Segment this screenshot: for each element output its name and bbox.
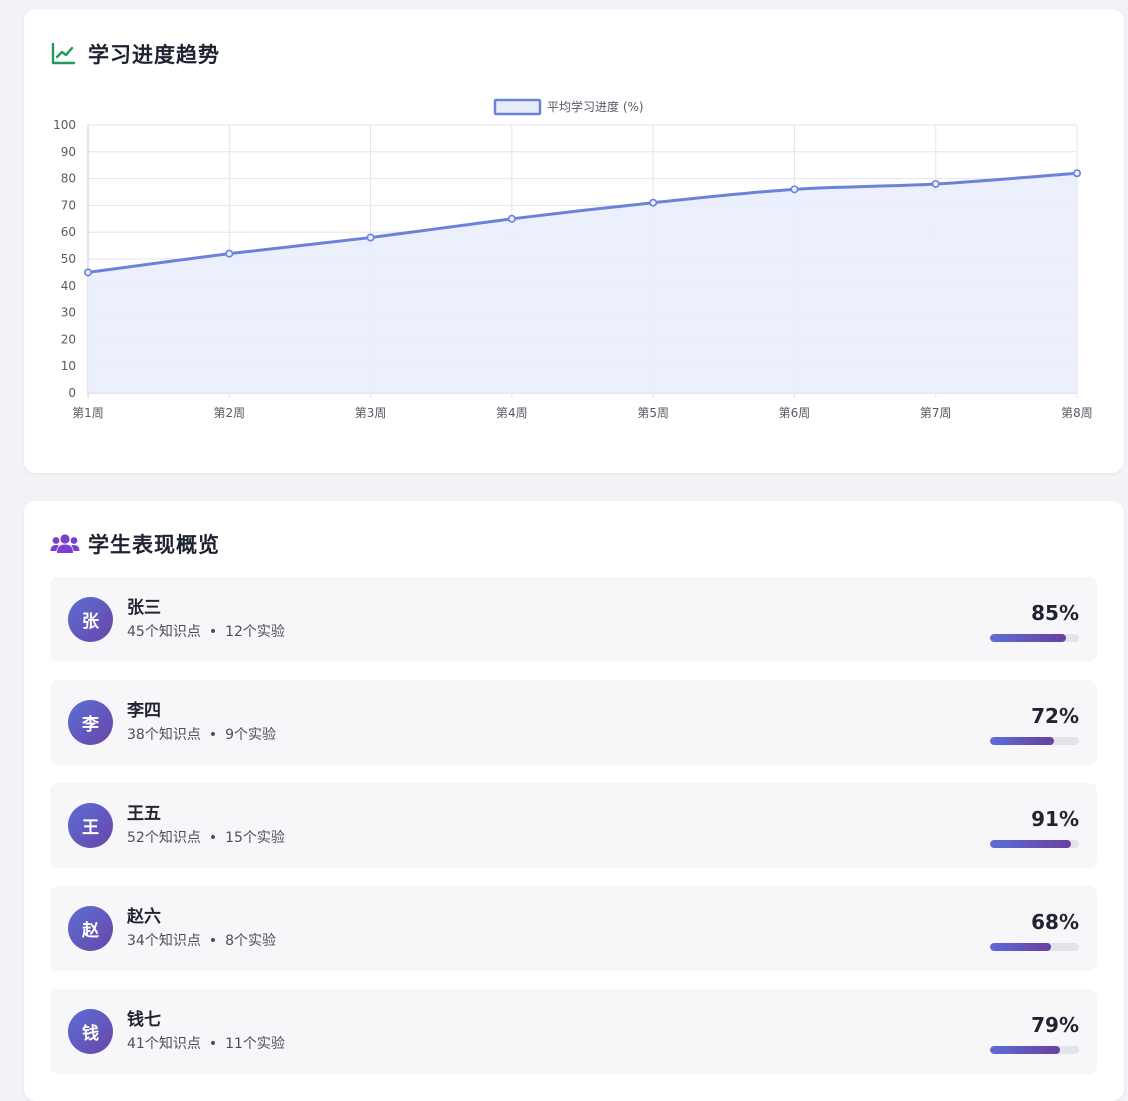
student-meta: 34个知识点 • 8个实验 (127, 931, 276, 951)
student-info: 赵六 34个知识点 • 8个实验 (127, 906, 276, 951)
student-row[interactable]: 钱 钱七 41个知识点 • 11个实验 79% (50, 989, 1097, 1074)
knowledge-count: 41个知识点 (127, 1036, 201, 1052)
x-tick-label: 第7周 (920, 406, 952, 420)
users-icon (50, 531, 80, 557)
data-point[interactable] (790, 185, 799, 194)
progress-fill (990, 737, 1055, 745)
student-meta: 41个知识点 • 11个实验 (127, 1034, 285, 1054)
y-axis-ticks: 0 10 20 30 40 50 60 70 80 90 100 (53, 118, 76, 400)
data-point[interactable] (1073, 169, 1082, 178)
student-info: 李四 38个知识点 • 9个实验 (127, 700, 276, 745)
meta-separator: • (208, 830, 218, 846)
lab-count: 15个实验 (225, 830, 285, 846)
meta-separator: • (208, 727, 218, 743)
y-tick-label: 100 (53, 118, 76, 132)
student-score: 85% (1031, 601, 1079, 625)
x-axis-ticks: 第1周 第2周 第3周 第4周 第5周 第6周 第7周 第8周 (72, 406, 1093, 420)
data-point[interactable] (649, 198, 658, 207)
avatar: 赵 (68, 906, 113, 951)
progress-bar (990, 943, 1079, 951)
student-score: 91% (1031, 807, 1079, 831)
y-tick-label: 10 (61, 359, 76, 373)
progress-bar (990, 737, 1079, 745)
y-tick-label: 60 (61, 225, 76, 239)
student-name: 李四 (127, 701, 161, 721)
lab-count: 8个实验 (225, 933, 277, 949)
avatar: 钱 (68, 1009, 113, 1054)
progress-fill (990, 634, 1066, 642)
student-name: 张三 (127, 598, 161, 618)
y-tick-label: 0 (68, 386, 76, 400)
progress-bar (990, 1046, 1079, 1054)
progress-fill (990, 943, 1051, 951)
lab-count: 11个实验 (225, 1036, 285, 1052)
student-row[interactable]: 赵 赵六 34个知识点 • 8个实验 68% (50, 886, 1097, 971)
x-tick-label: 第3周 (355, 406, 387, 420)
student-meta: 38个知识点 • 9个实验 (127, 725, 276, 745)
knowledge-count: 34个知识点 (127, 933, 201, 949)
series-area (88, 173, 1077, 393)
knowledge-count: 52个知识点 (127, 830, 201, 846)
student-row[interactable]: 李 李四 38个知识点 • 9个实验 72% (50, 680, 1097, 765)
student-meta: 45个知识点 • 12个实验 (127, 622, 285, 642)
progress-fill (990, 1046, 1061, 1054)
student-name: 王五 (127, 804, 161, 824)
data-point[interactable] (931, 179, 940, 188)
data-point[interactable] (366, 233, 375, 242)
x-tick-label: 第6周 (779, 406, 811, 420)
chart-legend[interactable]: 平均学习进度 (%) (493, 98, 644, 116)
progress-fill (990, 840, 1071, 848)
student-name: 赵六 (127, 907, 161, 927)
data-point[interactable] (225, 249, 234, 258)
x-tick-label: 第1周 (72, 406, 104, 420)
student-meta: 52个知识点 • 15个实验 (127, 828, 285, 848)
performance-header: 学生表现概览 (50, 529, 220, 559)
data-point[interactable] (83, 268, 92, 277)
avatar: 张 (68, 597, 113, 642)
student-info: 王五 52个知识点 • 15个实验 (127, 803, 285, 848)
data-point[interactable] (507, 214, 516, 223)
meta-separator: • (208, 624, 218, 640)
student-list: 张 张三 45个知识点 • 12个实验 85% 李 李四 38个知识点 • 9个实验 7… (50, 577, 1097, 1092)
student-row[interactable]: 张 张三 45个知识点 • 12个实验 85% (50, 577, 1097, 662)
student-row[interactable]: 王 王五 52个知识点 • 15个实验 91% (50, 783, 1097, 868)
lab-count: 12个实验 (225, 624, 285, 640)
performance-card: 学生表现概览 张 张三 45个知识点 • 12个实验 85% 李 李四 38个知识点… (24, 501, 1124, 1101)
y-tick-label: 70 (61, 198, 76, 212)
student-score: 72% (1031, 704, 1079, 728)
x-tick-label: 第5周 (637, 406, 669, 420)
legend-swatch (493, 98, 542, 116)
avatar: 李 (68, 700, 113, 745)
y-tick-label: 20 (61, 332, 76, 346)
meta-separator: • (208, 933, 218, 949)
knowledge-count: 38个知识点 (127, 727, 201, 743)
y-tick-label: 40 (61, 279, 76, 293)
lab-count: 9个实验 (225, 727, 277, 743)
student-info: 钱七 41个知识点 • 11个实验 (127, 1009, 285, 1054)
student-info: 张三 45个知识点 • 12个实验 (127, 597, 285, 642)
y-tick-label: 80 (61, 172, 76, 186)
legend-label: 平均学习进度 (%) (547, 99, 644, 114)
y-tick-label: 50 (61, 252, 76, 266)
y-tick-label: 90 (61, 145, 76, 159)
y-tick-label: 30 (61, 306, 76, 320)
performance-title: 学生表现概览 (88, 533, 220, 557)
meta-separator: • (208, 1036, 218, 1052)
x-tick-label: 第2周 (213, 406, 245, 420)
student-name: 钱七 (127, 1010, 161, 1030)
progress-line-chart: 0 10 20 30 40 50 60 70 80 90 100 第1周 第2周 第3周 第4周 第5周 第6… (53, 98, 1093, 420)
avatar: 王 (68, 803, 113, 848)
student-score: 79% (1031, 1013, 1079, 1037)
trend-card: 学习进度趋势 0 10 20 30 40 50 60 70 80 90 100 第1周 第2周 第3周第… (24, 9, 1124, 473)
progress-bar (990, 634, 1079, 642)
progress-bar (990, 840, 1079, 848)
x-tick-label: 第8周 (1061, 406, 1093, 420)
x-tick-label: 第4周 (496, 406, 528, 420)
knowledge-count: 45个知识点 (127, 624, 201, 640)
student-score: 68% (1031, 910, 1079, 934)
